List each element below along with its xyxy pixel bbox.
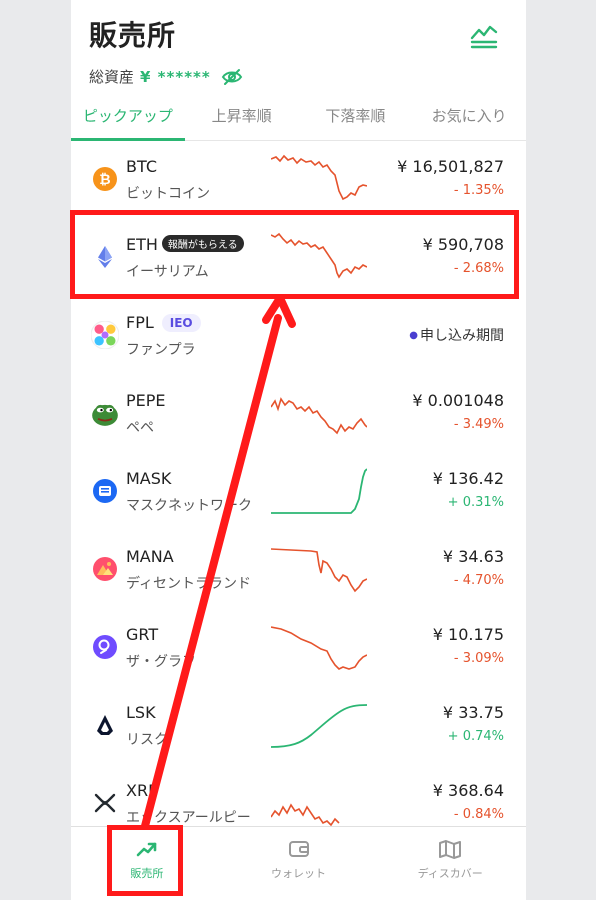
coin-row-mask[interactable]: MASK マスクネットワーク ¥ 136.42 + 0.31% [71, 453, 526, 531]
svg-text:₿: ₿ [99, 172, 110, 188]
exchange-tab-highlight-box [107, 825, 183, 896]
coin-change: - 4.70% [453, 573, 504, 588]
coin-row-fpl[interactable]: FPL IEO ファンプラ ● 申し込み期間 [71, 297, 526, 375]
chart-icon[interactable] [469, 18, 499, 50]
tab-pickup[interactable]: ピックアップ [71, 96, 185, 141]
assets-label: 総資産 [89, 68, 135, 86]
coin-price: ¥ 0.001048 [412, 391, 504, 410]
coin-symbol: BTC [126, 157, 157, 176]
coin-name: ザ・グラフ [126, 654, 196, 670]
price-sparkline [271, 468, 367, 514]
pepe-icon [92, 404, 118, 426]
coin-price: ¥ 368.64 [432, 781, 504, 800]
price-sparkline [271, 704, 367, 748]
map-icon [439, 840, 462, 859]
lisk-icon [97, 715, 113, 735]
coin-row-mana[interactable]: MANA ディセントラランド ¥ 34.63 - 4.70% [71, 531, 526, 609]
coin-name: ペペ [126, 420, 154, 436]
wallet-icon [288, 841, 309, 857]
coin-name: ファンプラ [126, 342, 196, 358]
nav-discover[interactable]: ディスカバー [374, 827, 526, 900]
eth-highlight-box [70, 210, 519, 299]
coin-change: - 3.09% [453, 651, 504, 666]
xrp-icon [94, 793, 116, 813]
coin-row-pepe[interactable]: PEPE ペペ ¥ 0.001048 - 3.49% [71, 375, 526, 453]
price-sparkline [271, 548, 367, 593]
coin-row-lsk[interactable]: LSK リスク ¥ 33.75 + 0.74% [71, 687, 526, 765]
coin-name: ディセントラランド [126, 576, 252, 592]
coin-change: - 0.84% [453, 807, 504, 822]
status-dot-icon: ● [409, 330, 418, 341]
tab-rising[interactable]: 上昇率順 [185, 96, 299, 140]
coin-price: ¥ 34.63 [442, 547, 504, 566]
coin-symbol: LSK [126, 703, 156, 722]
coin-price: ¥ 33.75 [442, 703, 504, 722]
coin-price: ¥ 10.175 [432, 625, 504, 644]
coin-change: - 3.49% [453, 417, 504, 432]
price-sparkline [271, 626, 367, 670]
fpl-icon [91, 321, 119, 349]
coin-change: + 0.74% [447, 729, 504, 744]
coin-name: マスクネットワーク [126, 498, 252, 514]
bitcoin-icon: ₿ [93, 167, 117, 191]
nav-label: ウォレット [271, 867, 326, 880]
coin-row-grt[interactable]: GRT ザ・グラフ ¥ 10.175 - 3.09% [71, 609, 526, 687]
coin-symbol: GRT [126, 625, 159, 644]
coin-symbol: MASK [126, 469, 172, 488]
eye-off-icon[interactable] [221, 68, 243, 86]
total-assets: 総資産 ¥ ****** [89, 66, 243, 87]
coin-name: エックスアールピー [126, 810, 251, 826]
coin-row-btc[interactable]: ₿ BTC ビットコイン ¥ 16,501,827 - 1.35% [71, 141, 526, 219]
application-status: ● 申し込み期間 [409, 325, 504, 345]
status-text: 申し込み期間 [420, 328, 504, 344]
coin-symbol: XRP [126, 781, 158, 800]
coin-change: + 0.31% [447, 495, 504, 510]
decentraland-icon [93, 557, 117, 581]
tab-falling[interactable]: 下落率順 [299, 96, 413, 140]
coin-price: ¥ 136.42 [432, 469, 504, 488]
coin-change: - 1.35% [453, 183, 504, 198]
price-sparkline [271, 397, 367, 435]
coin-symbol-group: FPL IEO [126, 313, 201, 332]
tab-bar: ピックアップ 上昇率順 下落率順 お気に入り [71, 96, 526, 141]
mask-icon [93, 479, 117, 503]
price-sparkline [271, 803, 340, 827]
coin-price: ¥ 16,501,827 [397, 157, 504, 176]
coin-symbol: MANA [126, 547, 174, 566]
page-title: 販売所 [89, 19, 177, 52]
assets-value: ¥ ****** [140, 67, 211, 86]
graph-icon [93, 635, 117, 659]
ieo-badge: IEO [161, 314, 201, 332]
coin-name: リスク [126, 732, 168, 748]
coin-name: ビットコイン [126, 186, 210, 202]
coin-symbol: FPL [126, 313, 154, 332]
price-sparkline [271, 154, 367, 201]
tab-favorites[interactable]: お気に入り [412, 96, 526, 140]
coin-symbol: PEPE [126, 391, 166, 410]
nav-label: ディスカバー [417, 867, 483, 880]
app-screen: 販売所 総資産 ¥ ****** ピックアップ 上昇率順 下落率順 お気に入り … [71, 0, 526, 900]
nav-wallet[interactable]: ウォレット [223, 827, 375, 900]
